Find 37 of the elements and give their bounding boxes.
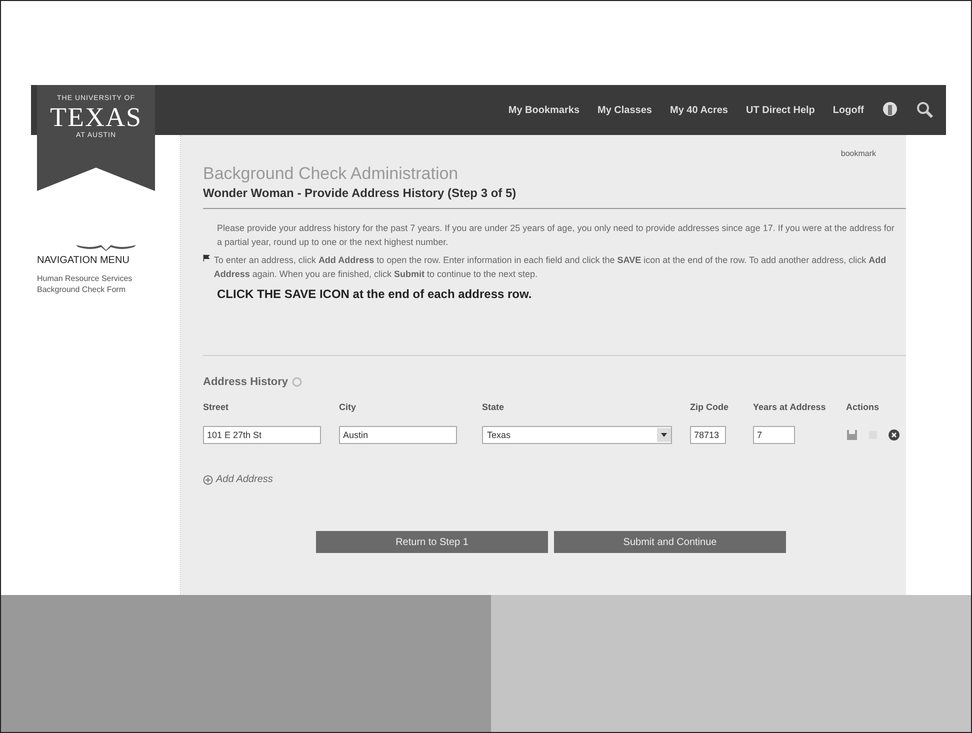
logo-text: TEXAS	[50, 102, 142, 132]
nav-link[interactable]: UT Direct Help	[746, 104, 815, 116]
nav-menu-item[interactable]: Human Resource Services	[37, 274, 174, 283]
nav-link[interactable]: My 40 Acres	[670, 104, 728, 116]
help-icon[interactable]	[292, 377, 302, 387]
section-title: Address History	[203, 376, 288, 388]
zip-field[interactable]: 78713	[690, 426, 726, 444]
street-field[interactable]: 101 E 27th St	[203, 426, 321, 444]
nav-link[interactable]: My Classes	[598, 104, 652, 116]
caret-icon	[657, 428, 671, 442]
column-header: State	[482, 402, 506, 412]
state-dropdown[interactable]: Texas	[482, 426, 672, 444]
search-icon[interactable]	[916, 101, 934, 119]
nav-link[interactable]: Logoff	[832, 104, 864, 116]
column-header: Years at Address	[753, 402, 827, 412]
nav-button[interactable]: Submit and Continue	[554, 531, 786, 553]
notice-text: CLICK THE SAVE ICON at the end of each address row.	[217, 287, 533, 301]
column-header: Actions	[846, 402, 880, 412]
instruction-text: Please provide your address history for the past 7 years. If you are under 25 years of age, you only need to provide addresses since age 17. If you were at the address for a partial year, round up to one or the next highest number.	[217, 222, 896, 249]
column-header: Zip Code	[690, 402, 730, 412]
delete-icon[interactable]	[888, 429, 900, 441]
add-address-link[interactable]: Add Address	[203, 474, 273, 485]
nav-menu-item[interactable]: Background Check Form	[37, 285, 174, 294]
city-field[interactable]: Austin	[339, 426, 457, 444]
page-title: Background Check Administration	[203, 164, 460, 184]
column-header: Street	[203, 402, 230, 412]
bookmark-link[interactable]: bookmark	[840, 149, 876, 158]
plus-icon	[203, 474, 213, 484]
instruction-text: To enter an address, click Add Address to open the row. Enter information in each field and click the SAVE icon at the end of the row. To add another address, click Add Address again. When you are finished, click Submit to continue to the next step.	[214, 254, 888, 281]
save-icon[interactable]	[846, 429, 858, 441]
nav-button[interactable]: Return to Step 1	[316, 531, 548, 553]
nav-link[interactable]: My Bookmarks	[508, 104, 580, 116]
years-field[interactable]: 7	[753, 426, 795, 444]
column-header: City	[339, 402, 358, 412]
navigation-heading: NAVIGATION MENU	[37, 255, 130, 266]
page-subtitle: Wonder Woman - Provide Address History (Step 3 of 5)	[203, 186, 906, 209]
flag-icon	[203, 253, 210, 263]
